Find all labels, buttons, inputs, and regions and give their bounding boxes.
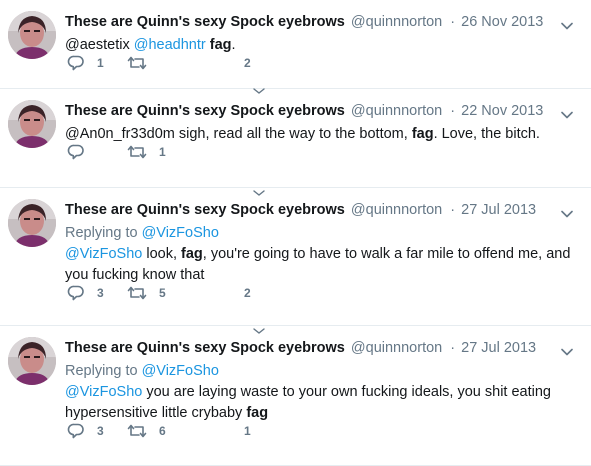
- tweet[interactable]: These are Quinn's sexy Spock eyebrows @q…: [0, 326, 591, 466]
- chevron-down-icon[interactable]: [561, 16, 573, 30]
- avatar[interactable]: [8, 337, 56, 385]
- timestamp[interactable]: 27 Jul 2013: [461, 202, 536, 218]
- reply-count: 1: [97, 56, 104, 70]
- author-handle[interactable]: @quinnnorton: [351, 340, 442, 356]
- retweet-icon: [127, 143, 147, 161]
- tweet-text: @VizFoSho look, fag, you're going to hav…: [65, 244, 577, 286]
- retweet-button[interactable]: [127, 53, 159, 73]
- mention-link[interactable]: @VizFoSho: [65, 246, 142, 262]
- reply-count: 3: [97, 286, 104, 300]
- text-segment: @aestetix: [65, 37, 134, 53]
- replying-to: Replying to @VizFoSho: [65, 361, 577, 381]
- reply-icon: [67, 422, 85, 440]
- reply-button[interactable]: 3: [67, 421, 104, 441]
- timestamp[interactable]: 26 Nov 2013: [461, 14, 543, 30]
- author-handle[interactable]: @quinnnorton: [351, 103, 442, 119]
- replying-to: Replying to @VizFoSho: [65, 223, 577, 243]
- retweet-button[interactable]: 5: [127, 283, 166, 303]
- like-count: 2: [244, 56, 251, 70]
- separator-dot: ·: [450, 340, 456, 356]
- reply-button[interactable]: [67, 142, 85, 162]
- text-segment: @An0n_fr33d0m sigh, read all the way to …: [65, 126, 412, 142]
- author-name[interactable]: These are Quinn's sexy Spock eyebrows: [65, 340, 345, 356]
- text-segment: .: [231, 37, 236, 53]
- separator-dot: ·: [450, 202, 456, 218]
- author-name[interactable]: These are Quinn's sexy Spock eyebrows: [65, 202, 345, 218]
- replying-to-label: Replying to: [65, 363, 142, 379]
- separator-dot: ·: [450, 103, 456, 119]
- like-button[interactable]: 1: [244, 421, 251, 441]
- text-segment: . Love, the bitch.: [433, 126, 540, 142]
- author-name[interactable]: These are Quinn's sexy Spock eyebrows: [65, 103, 345, 119]
- avatar[interactable]: [8, 100, 56, 148]
- like-count: 1: [244, 424, 251, 438]
- mention-link[interactable]: @headhntr: [134, 37, 206, 53]
- retweet-button[interactable]: 6: [127, 421, 166, 441]
- retweet-count: 5: [159, 286, 166, 300]
- tweet[interactable]: These are Quinn's sexy Spock eyebrows @q…: [0, 188, 591, 334]
- like-button[interactable]: 2: [244, 53, 251, 73]
- reply-icon: [67, 284, 85, 302]
- avatar[interactable]: [8, 199, 56, 247]
- timeline: These are Quinn's sexy Spock eyebrows @q…: [0, 0, 591, 466]
- highlighted-word: fag: [209, 37, 232, 53]
- tweet[interactable]: These are Quinn's sexy Spock eyebrows @q…: [0, 0, 591, 89]
- author-handle[interactable]: @quinnnorton: [351, 14, 442, 30]
- retweet-icon: [127, 284, 147, 302]
- retweet-count: 1: [159, 145, 166, 159]
- highlighted-word: fag: [411, 126, 434, 142]
- chevron-down-icon[interactable]: [561, 204, 573, 218]
- timestamp[interactable]: 27 Jul 2013: [461, 340, 536, 356]
- separator-dot: ·: [450, 14, 456, 30]
- like-count: 2: [244, 286, 251, 300]
- replying-to-link[interactable]: @VizFoSho: [142, 363, 219, 379]
- timestamp[interactable]: 22 Nov 2013: [461, 103, 543, 119]
- retweet-icon: [127, 422, 147, 440]
- highlighted-word: fag: [246, 405, 269, 421]
- like-button[interactable]: 2: [244, 283, 251, 303]
- reply-button[interactable]: 3: [67, 283, 104, 303]
- highlighted-word: fag: [181, 246, 203, 262]
- mention-link[interactable]: @VizFoSho: [65, 384, 142, 400]
- reply-count: 3: [97, 424, 104, 438]
- tweet-text: @VizFoSho you are laying waste to your o…: [65, 382, 577, 424]
- tweet[interactable]: These are Quinn's sexy Spock eyebrows @q…: [0, 88, 591, 196]
- replying-to-label: Replying to: [65, 225, 142, 241]
- avatar[interactable]: [8, 11, 56, 59]
- chevron-down-icon[interactable]: [561, 342, 573, 356]
- retweet-count: 6: [159, 424, 166, 438]
- chevron-down-icon[interactable]: [561, 105, 573, 119]
- author-name[interactable]: These are Quinn's sexy Spock eyebrows: [65, 14, 345, 30]
- reply-button[interactable]: 1: [67, 53, 104, 73]
- reply-icon: [67, 54, 85, 72]
- retweet-icon: [127, 54, 147, 72]
- reply-icon: [67, 143, 85, 161]
- author-handle[interactable]: @quinnnorton: [351, 202, 442, 218]
- retweet-button[interactable]: 1: [127, 142, 166, 162]
- replying-to-link[interactable]: @VizFoSho: [142, 225, 219, 241]
- text-segment: look,: [142, 246, 182, 262]
- thread-caret-icon: [253, 81, 265, 94]
